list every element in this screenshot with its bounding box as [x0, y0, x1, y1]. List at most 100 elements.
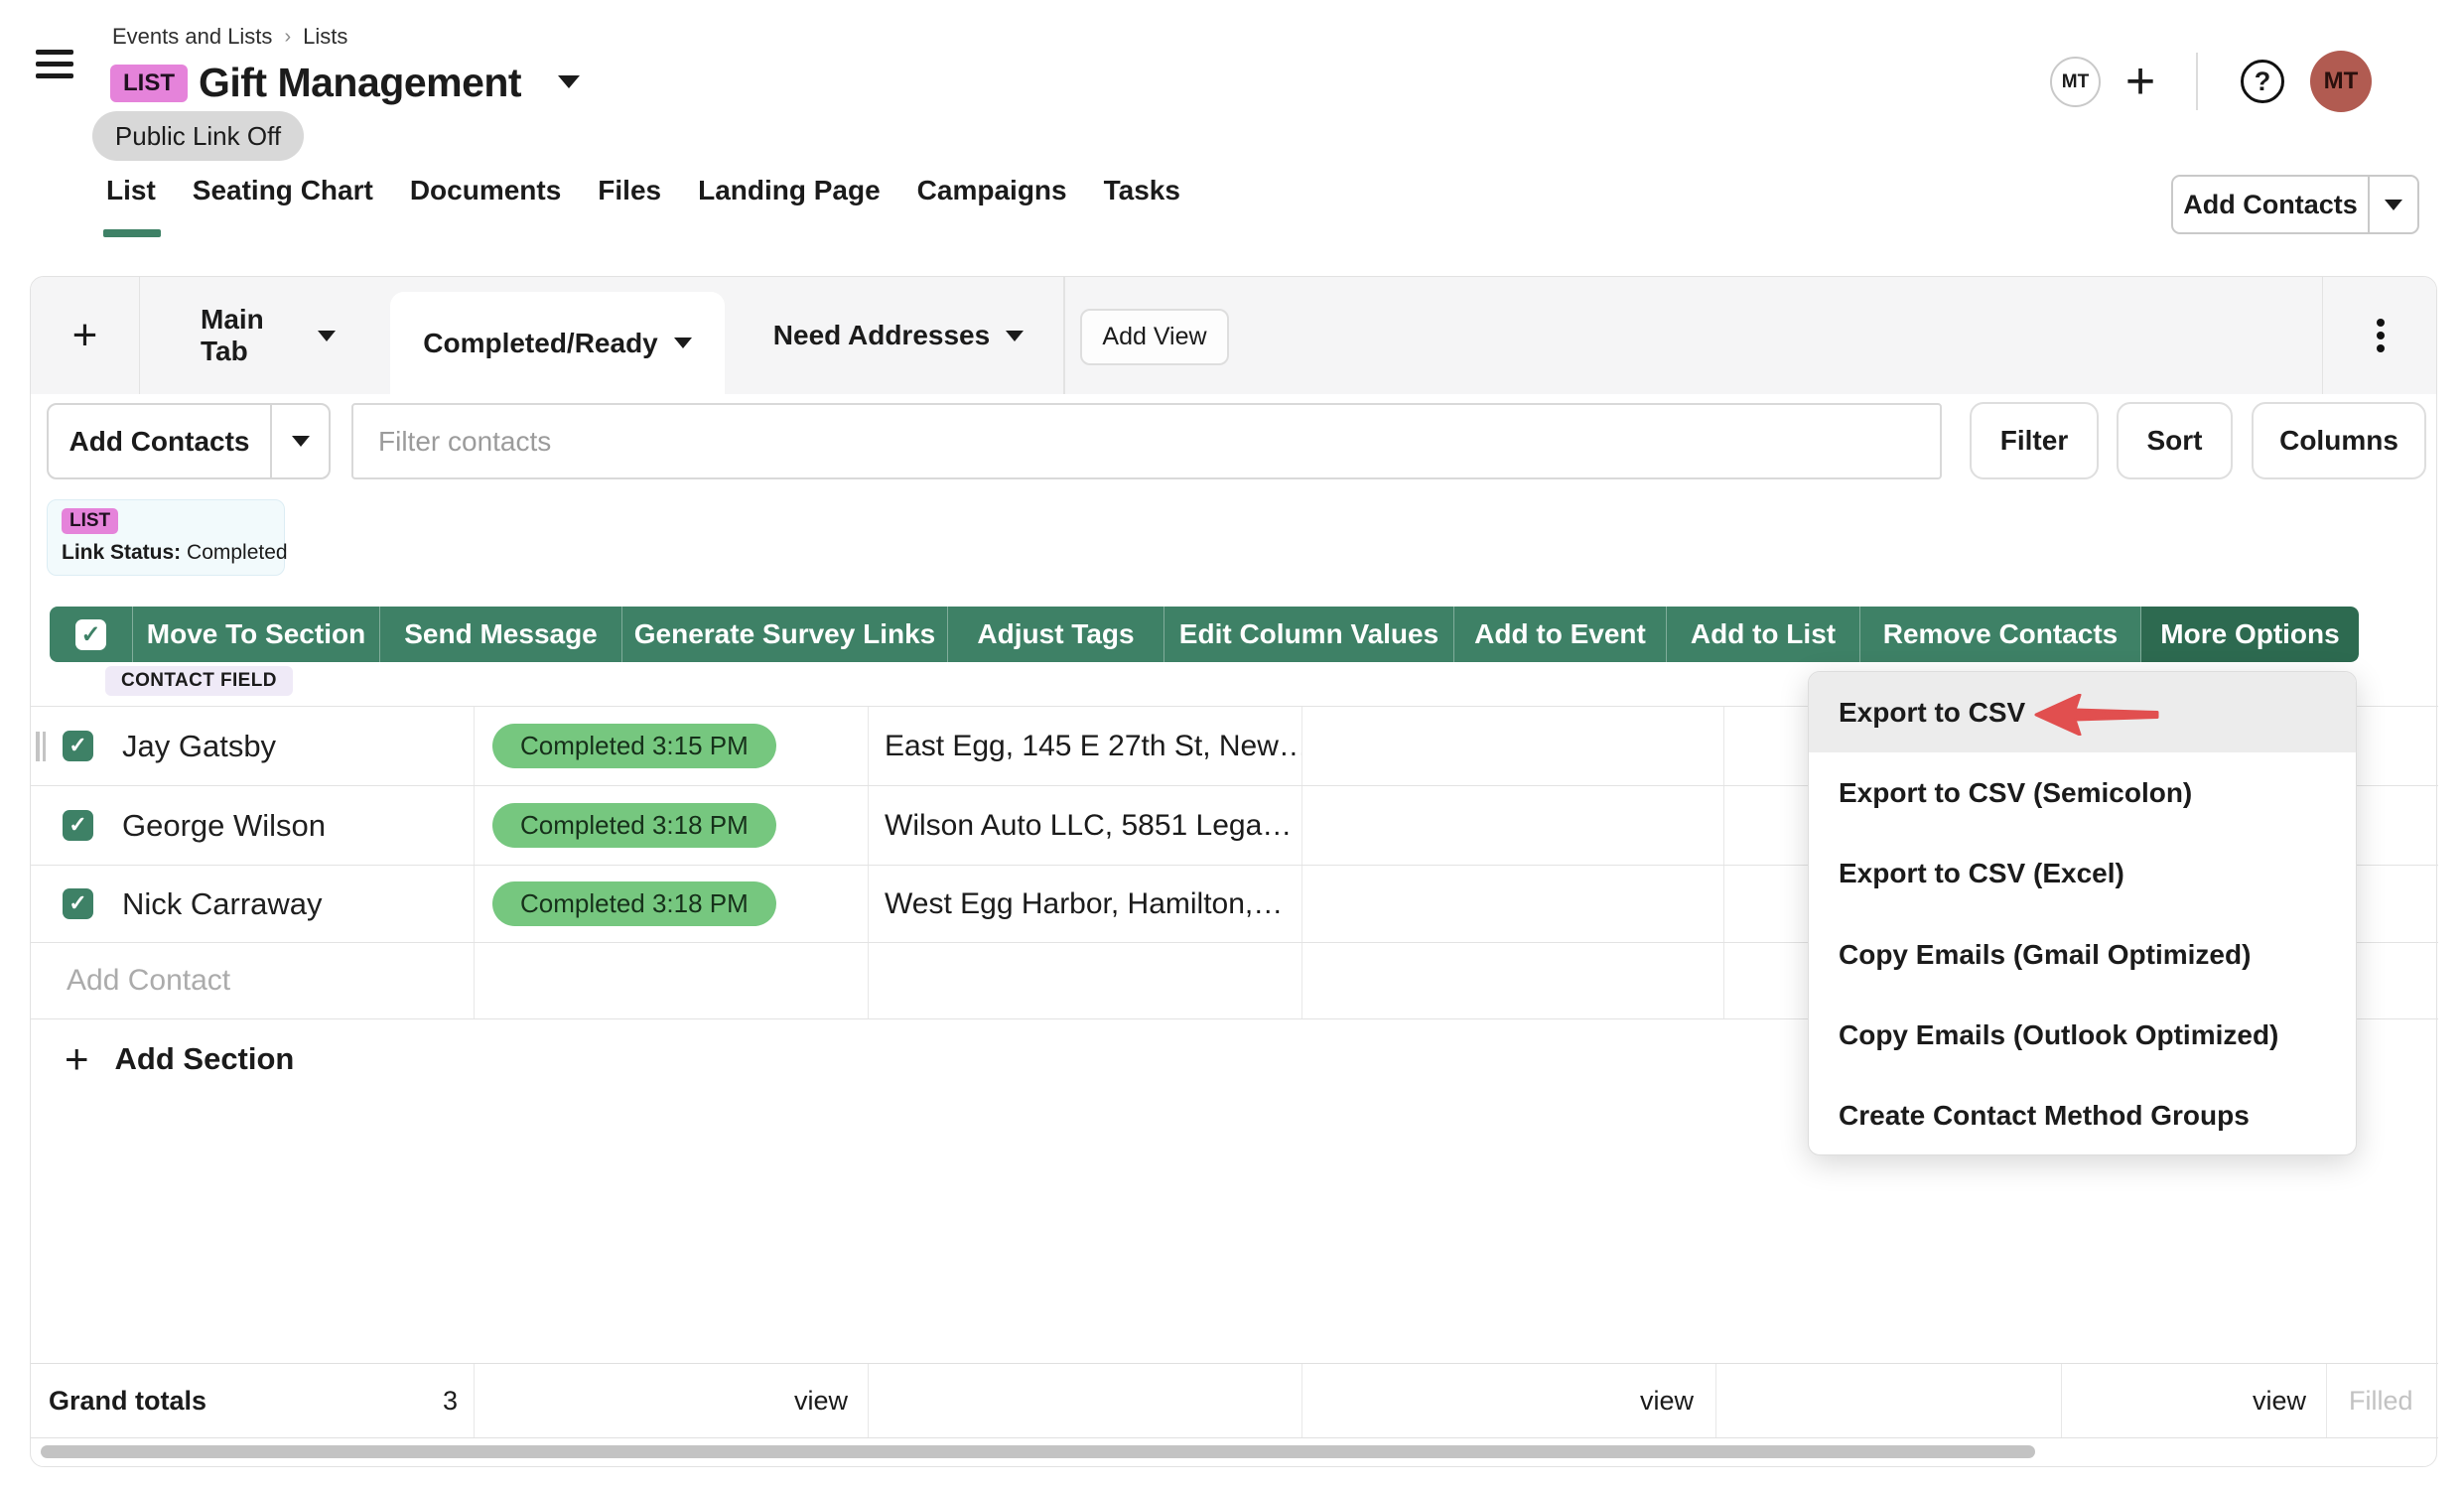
chevron-down-icon[interactable] [1006, 331, 1024, 341]
add-workspace-icon[interactable]: + [2118, 56, 2163, 107]
menu-item-export-to-csv-excel[interactable]: Export to CSV (Excel) [1809, 834, 2356, 914]
chip-text: Link Status: Completed [62, 541, 270, 565]
generate-survey-links-button[interactable]: Generate Survey Links [622, 607, 948, 662]
chevron-down-icon[interactable] [318, 331, 336, 341]
status-badge[interactable]: Completed 3:18 PM [492, 881, 776, 926]
menu-item-copy-emails-gmail[interactable]: Copy Emails (Gmail Optimized) [1809, 914, 2356, 995]
row-checkbox[interactable] [63, 731, 93, 761]
page-title: Gift Management [199, 60, 521, 106]
menu-item-export-to-csv-semicolon[interactable]: Export to CSV (Semicolon) [1809, 752, 2356, 833]
add-contacts-top-dropdown[interactable] [2368, 177, 2417, 232]
user-avatar[interactable]: MT [2310, 51, 2372, 112]
contact-name[interactable]: Jay Gatsby [122, 729, 276, 764]
horizontal-scrollbar[interactable] [31, 1445, 2438, 1459]
menu-item-create-contact-method-groups[interactable]: Create Contact Method Groups [1809, 1075, 2356, 1155]
strip-divider [1063, 277, 1065, 394]
move-to-section-button[interactable]: Move To Section [133, 607, 380, 662]
more-options-menu: Export to CSV Export to CSV (Semicolon) … [1808, 671, 2357, 1155]
view-tab-need-addresses[interactable]: Need Addresses [759, 277, 1037, 394]
add-contacts-top-label[interactable]: Add Contacts [2173, 177, 2368, 232]
help-icon[interactable]: ? [2241, 60, 2284, 103]
add-tab-button[interactable]: + [31, 277, 140, 394]
add-to-event-button[interactable]: Add to Event [1454, 607, 1667, 662]
view-tab-completed-ready[interactable]: Completed/Ready [390, 292, 725, 394]
breadcrumb-lists[interactable]: Lists [303, 24, 347, 50]
breadcrumb: Events and Lists › Lists [112, 24, 347, 50]
title-chevron-down-icon[interactable] [558, 75, 580, 93]
nav-tab-documents[interactable]: Documents [410, 175, 561, 206]
sort-button[interactable]: Sort [2117, 402, 2233, 479]
add-contacts-button[interactable]: Add Contacts [47, 403, 331, 479]
main-nav: List Seating Chart Documents Files Landi… [106, 175, 1180, 206]
row-checkbox[interactable] [63, 810, 93, 841]
header-divider [2196, 53, 2198, 110]
grand-totals-row: Grand totals 3 view view view Filled [31, 1363, 2438, 1438]
filled-label: Filled [2327, 1364, 2438, 1437]
link-status-filter-chip[interactable]: LIST Link Status: Completed [47, 499, 285, 576]
add-section-button[interactable]: + Add Section [65, 1041, 294, 1077]
empty-cell[interactable] [1302, 866, 1724, 942]
hamburger-menu-icon[interactable] [36, 50, 73, 78]
plus-icon: + [65, 1044, 89, 1074]
empty-cell[interactable] [1302, 786, 1724, 865]
status-badge[interactable]: Completed 3:18 PM [492, 803, 776, 848]
add-section-label: Add Section [115, 1041, 295, 1077]
add-contacts-button-top[interactable]: Add Contacts [2171, 175, 2419, 234]
red-arrow-annotation [2034, 694, 2161, 736]
chevron-down-icon [2385, 200, 2402, 210]
view-tab-main-tab[interactable]: Main Tab [183, 277, 351, 394]
contact-field-column-header[interactable]: CONTACT FIELD [105, 666, 293, 696]
nav-tab-tasks[interactable]: Tasks [1104, 175, 1180, 206]
add-to-list-button[interactable]: Add to List [1667, 607, 1860, 662]
grand-totals-label: Grand totals [49, 1386, 206, 1417]
checkmark-icon [75, 619, 106, 650]
add-view-button[interactable]: Add View [1080, 309, 1229, 365]
empty-cell[interactable] [1302, 707, 1724, 785]
add-contact-placeholder[interactable]: Add Contact [31, 943, 230, 1018]
add-contacts-label[interactable]: Add Contacts [49, 405, 270, 477]
workspace-avatar[interactable]: MT [2050, 57, 2101, 107]
contact-address[interactable]: West Egg Harbor, Hamilton,… [869, 866, 1302, 942]
view-tab-need-addresses-label: Need Addresses [773, 320, 990, 351]
view-tab-main-tab-label: Main Tab [201, 304, 302, 367]
nav-tab-seating-chart[interactable]: Seating Chart [193, 175, 373, 206]
view-link[interactable]: view [2253, 1386, 2306, 1417]
view-link[interactable]: view [794, 1386, 848, 1417]
contact-address[interactable]: East Egg, 145 E 27th St, New… [869, 707, 1302, 785]
nav-tab-landing-page[interactable]: Landing Page [698, 175, 881, 206]
filter-button[interactable]: Filter [1970, 402, 2099, 479]
chip-label: Link Status: [62, 541, 181, 564]
chip-list-badge: LIST [62, 508, 118, 534]
kebab-menu-icon[interactable] [2322, 277, 2438, 394]
chip-value: Completed [187, 541, 288, 564]
send-message-button[interactable]: Send Message [380, 607, 622, 662]
breadcrumb-events-and-lists[interactable]: Events and Lists [112, 24, 272, 50]
contact-address[interactable]: Wilson Auto LLC, 5851 Lega… [869, 786, 1302, 865]
list-panel: + Main Tab Completed/Ready Need Addresse… [30, 276, 2437, 1467]
nav-tab-files[interactable]: Files [598, 175, 661, 206]
chevron-down-icon[interactable] [674, 338, 692, 348]
nav-tab-list[interactable]: List [106, 175, 156, 206]
contact-name[interactable]: George Wilson [122, 808, 326, 844]
more-options-button[interactable]: More Options [2141, 607, 2359, 662]
edit-column-values-button[interactable]: Edit Column Values [1164, 607, 1454, 662]
nav-tab-campaigns[interactable]: Campaigns [917, 175, 1067, 206]
columns-button[interactable]: Columns [2252, 402, 2426, 479]
remove-contacts-button[interactable]: Remove Contacts [1860, 607, 2141, 662]
select-all-checkbox[interactable] [50, 607, 133, 662]
breadcrumb-separator-icon: › [284, 26, 291, 49]
active-tab-underline [103, 229, 161, 237]
chevron-down-icon [292, 436, 310, 447]
menu-item-copy-emails-outlook[interactable]: Copy Emails (Outlook Optimized) [1809, 995, 2356, 1075]
adjust-tags-button[interactable]: Adjust Tags [948, 607, 1164, 662]
scrollbar-thumb[interactable] [41, 1445, 2035, 1458]
bulk-action-bar: Move To Section Send Message Generate Su… [50, 607, 2359, 662]
drag-handle[interactable] [36, 732, 48, 761]
view-link[interactable]: view [1640, 1386, 1694, 1417]
contact-name[interactable]: Nick Carraway [122, 886, 323, 922]
status-badge[interactable]: Completed 3:15 PM [492, 724, 776, 768]
add-contacts-dropdown[interactable] [270, 405, 329, 477]
filter-contacts-input[interactable] [351, 403, 1942, 479]
public-link-status-pill[interactable]: Public Link Off [92, 111, 304, 161]
row-checkbox[interactable] [63, 888, 93, 919]
